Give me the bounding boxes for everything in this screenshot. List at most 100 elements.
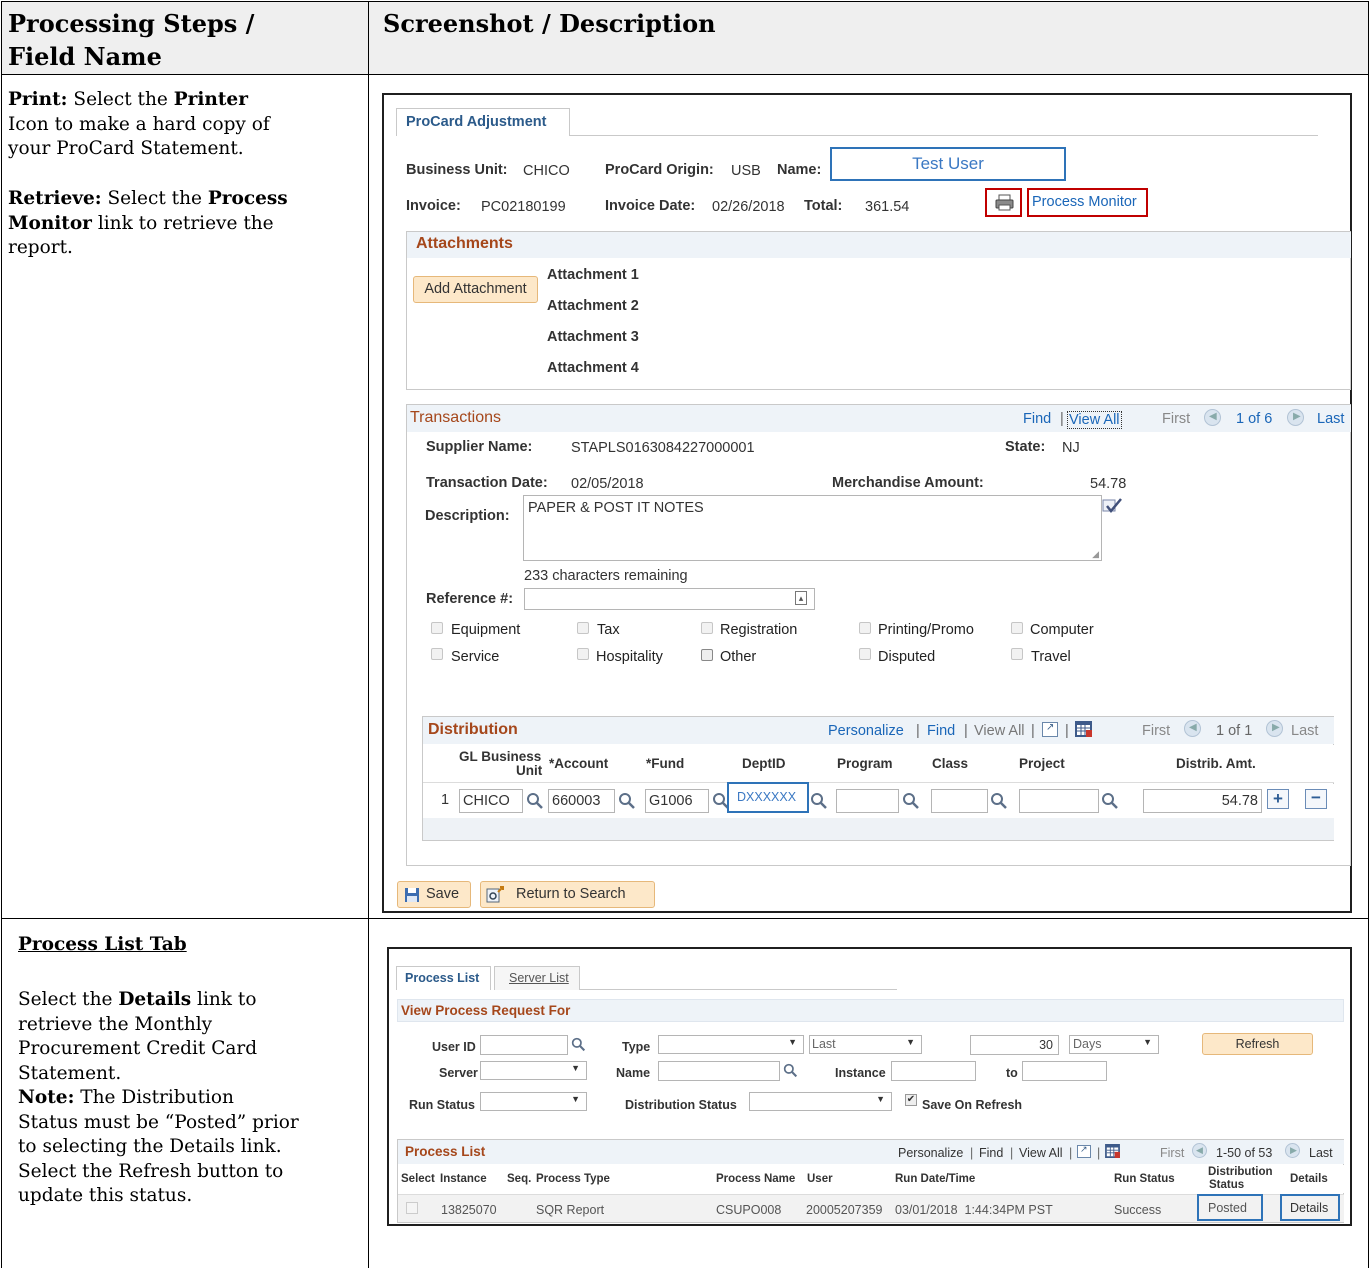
distrib-amt-input[interactable]: 54.78 [1143,789,1262,813]
class-input[interactable] [931,789,988,813]
checkbox[interactable] [431,622,443,634]
checkbox[interactable] [577,648,589,660]
pl-prev-icon[interactable]: ◀ [1192,1143,1207,1158]
cb-computer[interactable] [1011,621,1023,639]
col-seq: Seq. [507,1173,532,1185]
transactions-first[interactable]: First [1162,411,1190,427]
search-icon[interactable] [810,792,828,810]
deptid-input[interactable]: DXXXXXX [727,782,809,813]
add-row-icon[interactable]: + [1267,789,1289,809]
search-icon[interactable] [902,792,920,810]
cb-other[interactable] [701,648,713,666]
new-window-icon[interactable]: ↗ [1077,1144,1091,1158]
save-on-refresh-checkbox[interactable]: ✔ [905,1094,917,1106]
name-field[interactable]: Test User [830,147,1066,181]
printer-icon[interactable] [985,188,1022,217]
tab-procard-adjustment[interactable]: ProCard Adjustment [396,108,570,136]
tab-line [570,135,1318,136]
cb-tax[interactable] [577,621,589,639]
row-select-checkbox[interactable] [406,1202,418,1214]
type-select[interactable]: ▼ [658,1035,804,1054]
description-textarea[interactable]: PAPER & POST IT NOTES ◢ [523,495,1102,561]
cb-registration[interactable] [701,621,713,639]
name-input[interactable] [658,1061,780,1081]
checkbox[interactable] [1011,622,1023,634]
search-icon[interactable] [526,792,544,810]
program-input[interactable] [836,789,899,813]
return-to-search-button[interactable]: Return to Search [480,881,655,908]
instance-from-input[interactable] [891,1061,976,1081]
run-status-select[interactable]: ▼ [480,1092,587,1111]
dist-last[interactable]: Last [1291,723,1318,739]
delete-row-icon[interactable]: − [1305,789,1327,809]
checkbox[interactable] [701,649,713,661]
dist-next-icon[interactable]: ▶ [1266,720,1283,737]
transactions-find-link[interactable]: Find [1023,411,1051,427]
next-arrow-icon[interactable]: ▶ [1287,409,1304,426]
userid-input[interactable] [480,1035,568,1055]
transactions-last[interactable]: Last [1317,411,1344,427]
attachment-2: Attachment 2 [547,298,639,314]
col-account: *Account [549,756,609,771]
col-distrib-amt: Distrib. Amt. [1176,756,1256,771]
search-icon[interactable] [571,1037,586,1052]
pl-last[interactable]: Last [1309,1146,1333,1160]
dist-prev-icon[interactable]: ◀ [1184,720,1201,737]
checkbox[interactable] [431,648,443,660]
search-icon[interactable] [618,792,636,810]
transactions-view-all-link[interactable]: View All [1067,411,1122,429]
checkbox[interactable] [859,648,871,660]
cb-service[interactable] [431,647,443,665]
checkbox[interactable] [577,622,589,634]
expand-icon[interactable]: ▴ [795,591,807,605]
cb-disputed[interactable] [859,647,871,665]
download-grid-icon[interactable] [1075,721,1092,737]
cb-label-tax: Tax [597,622,620,638]
dist-view-all-link[interactable]: View All [974,723,1025,739]
pl-first[interactable]: First [1160,1146,1184,1160]
pl-next-icon[interactable]: ▶ [1285,1143,1300,1158]
tab-process-list[interactable]: Process List [396,966,491,990]
search-icon[interactable] [1101,792,1119,810]
prev-arrow-icon[interactable]: ◀ [1204,409,1221,426]
account-input[interactable]: 660003 [548,789,615,813]
project-input[interactable] [1019,789,1099,813]
pl-view-all-link[interactable]: View All [1019,1146,1063,1160]
cb-label-registration: Registration [720,622,798,638]
instance-to-input[interactable] [1022,1061,1107,1081]
search-icon[interactable] [990,792,1008,810]
spellcheck-icon[interactable] [1101,497,1123,515]
note-line2: Status must be “Posted” prior [18,1111,299,1133]
reference-input[interactable]: ▴ [524,588,815,610]
last-select[interactable]: Last ▼ [809,1035,922,1054]
days-select[interactable]: Days ▼ [1069,1035,1159,1054]
save-button[interactable]: Save [397,881,471,908]
server-select[interactable]: ▼ [480,1061,587,1080]
cb-travel[interactable] [1011,647,1023,665]
pl-find-link[interactable]: Find [979,1146,1003,1160]
download-grid-icon[interactable] [1105,1144,1120,1158]
dist-status-select[interactable]: ▼ [749,1092,892,1111]
cb-hospitality[interactable] [577,647,589,665]
add-attachment-button[interactable]: Add Attachment [413,276,538,303]
fund-input[interactable]: G1006 [645,789,709,813]
checkbox[interactable] [1011,648,1023,660]
dist-first[interactable]: First [1142,723,1170,739]
days-number-input[interactable]: 30 [970,1035,1059,1055]
refresh-button[interactable]: Refresh [1202,1033,1313,1055]
tab-server-list[interactable]: Server List [494,966,580,990]
cb-printing[interactable] [859,621,871,639]
pl-personalize-link[interactable]: Personalize [898,1146,963,1160]
cb-equipment[interactable] [431,621,443,639]
col-project: Project [1019,756,1065,771]
process-monitor-link[interactable]: Process Monitor [1027,188,1148,217]
details-link[interactable]: Details [1280,1194,1340,1221]
process-word: Process [207,188,288,209]
checkbox[interactable] [859,622,871,634]
search-icon[interactable] [783,1063,798,1078]
gl-bu-input[interactable]: CHICO [459,789,523,813]
new-window-icon[interactable]: ↗ [1042,722,1058,737]
checkbox[interactable] [701,622,713,634]
dist-personalize-link[interactable]: Personalize [828,723,904,739]
dist-find-link[interactable]: Find [927,723,955,739]
